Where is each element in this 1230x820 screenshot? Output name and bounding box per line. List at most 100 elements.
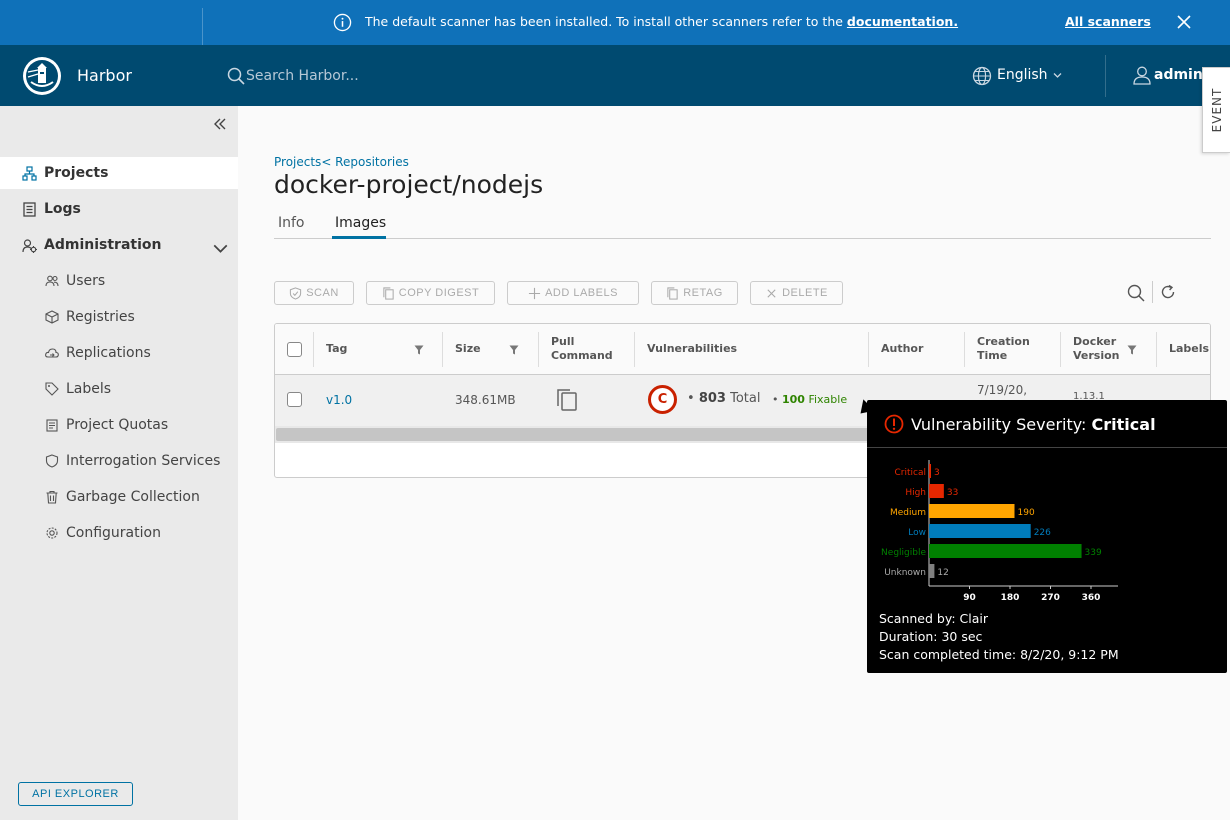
x-tick-label: 360 [1082, 593, 1101, 603]
close-icon [767, 288, 776, 298]
sidebar-item-label: Garbage Collection [66, 489, 200, 505]
tag-link[interactable]: v1.0 [326, 393, 352, 407]
retag-label: RETAG [683, 287, 723, 299]
documentation-link[interactable]: documentation. [847, 14, 958, 29]
sidebar-item-registries[interactable]: Registries [0, 301, 238, 333]
tooltip-title-severity: Critical [1091, 415, 1156, 434]
sidebar-item-labels[interactable]: Labels [0, 373, 238, 405]
fixable-count: 100 [782, 393, 805, 406]
delete-button[interactable]: DELETE [750, 281, 843, 305]
tab-images[interactable]: Images [335, 215, 386, 231]
value-label-critical: 3 [934, 468, 940, 478]
refresh-icon[interactable] [1160, 284, 1176, 300]
filter-icon[interactable] [414, 345, 424, 355]
column-vulnerabilities[interactable]: Vulnerabilities [647, 342, 737, 356]
close-icon[interactable] [1176, 14, 1192, 30]
value-label-unknown: 12 [937, 568, 948, 578]
column-tag[interactable]: Tag [326, 342, 347, 356]
user-icon[interactable] [1132, 65, 1152, 85]
sidebar-item-label: Configuration [66, 525, 161, 541]
breadcrumb-projects-link[interactable]: Projects [274, 155, 321, 169]
search-input[interactable] [246, 65, 546, 87]
bar-critical [929, 464, 931, 478]
column-size[interactable]: Size [455, 342, 481, 356]
search-icon[interactable] [1127, 284, 1145, 302]
column-docker-version[interactable]: Docker Version [1073, 335, 1120, 363]
api-explorer-button[interactable]: API EXPLORER [18, 782, 133, 806]
header-divider [1105, 55, 1106, 97]
sidebar-item-administration[interactable]: Administration [0, 229, 238, 261]
sidebar-item-label: Project Quotas [66, 417, 169, 433]
user-menu[interactable]: admin [1154, 67, 1203, 83]
vulnerability-total[interactable]: • 803 Total [687, 391, 760, 406]
column-separator [442, 332, 443, 367]
add-labels-label: ADD LABELS [545, 287, 618, 299]
severity-bar-chart: Critical 3 High 33 Medium 190 Low 226 Negligible… [881, 460, 1118, 603]
column-separator [1060, 332, 1061, 367]
category-label-unknown: Unknown [884, 568, 926, 578]
breadcrumb-repositories-link[interactable]: < Repositories [321, 155, 409, 169]
delete-label: DELETE [782, 287, 828, 299]
copy-icon[interactable] [556, 388, 578, 412]
gear-icon [46, 527, 58, 539]
select-all-checkbox[interactable] [287, 342, 302, 357]
sidebar-item-projects[interactable]: Projects [0, 157, 238, 189]
brand-name[interactable]: Harbor [77, 66, 132, 85]
banner-divider [202, 8, 203, 45]
globe-icon[interactable] [972, 66, 992, 86]
filter-icon[interactable] [1127, 345, 1137, 355]
column-separator [313, 332, 314, 367]
harbor-logo-icon[interactable] [22, 56, 62, 96]
column-labels[interactable]: Labels [1169, 342, 1209, 356]
category-label-medium: Medium [890, 508, 926, 518]
add-labels-button[interactable]: ADD LABELS [507, 281, 639, 305]
category-label-high: High [905, 488, 926, 498]
tab-info[interactable]: Info [278, 215, 305, 231]
trash-icon [46, 490, 58, 504]
sidebar-item-users[interactable]: Users [0, 265, 238, 297]
column-creation-time[interactable]: Creation Time [977, 335, 1030, 363]
retag-button[interactable]: RETAG [651, 281, 738, 305]
chevron-down-icon[interactable] [213, 241, 228, 256]
column-pull-command[interactable]: Pull Command [551, 335, 613, 363]
copy-icon [667, 286, 678, 300]
copy-digest-button[interactable]: COPY DIGEST [366, 281, 495, 305]
users-icon [45, 275, 59, 287]
copy-icon [383, 286, 394, 300]
logs-icon [23, 201, 36, 217]
language-selector[interactable]: English [997, 67, 1048, 83]
image-size: 348.61MB [455, 393, 516, 407]
shield-icon [290, 286, 302, 300]
collapse-sidebar-icon[interactable] [213, 118, 227, 130]
value-label-low: 226 [1034, 528, 1051, 538]
sidebar-item-interrogation-services[interactable]: Interrogation Services [0, 445, 238, 477]
scrollbar-thumb[interactable] [276, 428, 876, 441]
sidebar-item-replications[interactable]: Replications [0, 337, 238, 369]
severity-critical-badge[interactable]: C [648, 385, 677, 414]
value-label-negligible: 339 [1085, 548, 1102, 558]
sidebar-item-logs[interactable]: Logs [0, 193, 238, 225]
chevron-down-icon[interactable] [1053, 72, 1062, 79]
sidebar-item-project-quotas[interactable]: Project Quotas [0, 409, 238, 441]
all-scanners-link[interactable]: All scanners [1065, 14, 1151, 29]
sidebar-item-garbage-collection[interactable]: Garbage Collection [0, 481, 238, 513]
column-separator [538, 332, 539, 367]
event-tab[interactable]: EVENT [1202, 67, 1230, 153]
toolbar-divider [1152, 281, 1153, 303]
sidebar-item-configuration[interactable]: Configuration [0, 517, 238, 549]
replications-icon [45, 348, 59, 358]
filter-icon[interactable] [509, 345, 519, 355]
sidebar-item-label: Registries [66, 309, 135, 325]
bar-high [929, 484, 944, 498]
row-checkbox[interactable] [287, 392, 302, 407]
sidebar-item-label: Users [66, 273, 106, 289]
plus-icon [528, 287, 541, 299]
scan-label: SCAN [306, 287, 339, 299]
page-title: docker-project/nodejs [274, 170, 544, 199]
sidebar: Projects Logs Administration Users Regis… [0, 106, 238, 820]
fixable-label: Fixable [808, 393, 848, 406]
column-author[interactable]: Author [881, 342, 923, 356]
bar-unknown [929, 564, 935, 578]
scan-button[interactable]: SCAN [274, 281, 354, 305]
category-label-low: Low [908, 528, 926, 538]
